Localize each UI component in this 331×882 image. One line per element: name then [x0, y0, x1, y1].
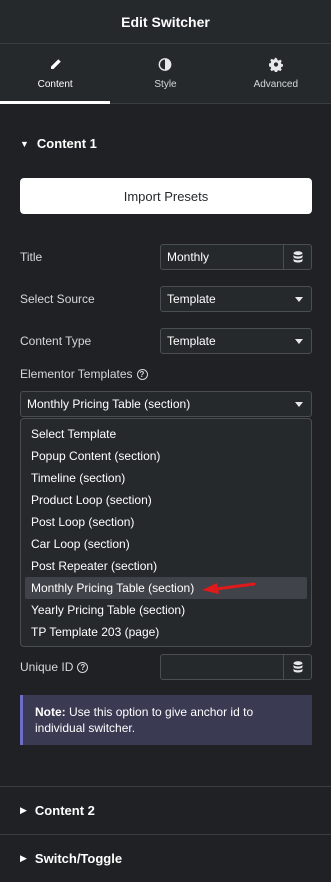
- title-label: Title: [20, 250, 43, 264]
- elementor-templates-value: Monthly Pricing Table (section): [27, 397, 191, 411]
- chevron-down-icon: [295, 296, 303, 302]
- section-switch-toggle-title: Switch/Toggle: [34, 851, 123, 866]
- pencil-icon: [48, 57, 62, 71]
- tab-content[interactable]: Content: [0, 44, 111, 104]
- title-input[interactable]: Monthly: [160, 244, 312, 270]
- controls-panel: ▼ Content 1 Import Presets Title Monthly…: [0, 104, 331, 754]
- dropdown-option-highlighted[interactable]: Monthly Pricing Table (section): [25, 577, 307, 599]
- tab-style-label: Style: [154, 79, 177, 90]
- dropdown-option[interactable]: Select Template: [25, 423, 307, 445]
- tab-advanced-label: Advanced: [253, 79, 299, 90]
- panel-spacer: [0, 754, 331, 786]
- templates-dropdown-list: Select Template Popup Content (section) …: [20, 418, 312, 647]
- select-source-label: Select Source: [20, 292, 95, 306]
- section-content-1-header[interactable]: ▼ Content 1: [20, 136, 97, 151]
- elementor-templates-label-wrap: Elementor Templates ?: [20, 362, 148, 386]
- unique-id-input[interactable]: [160, 654, 312, 680]
- dropdown-option[interactable]: Car Loop (section): [25, 533, 307, 555]
- tab-bar: Content Style Advanced: [0, 44, 331, 104]
- database-icon: [293, 661, 302, 673]
- unique-id-label: Unique ID: [20, 660, 74, 674]
- title-row: Title Monthly: [20, 244, 312, 270]
- content-type-value: Template: [167, 334, 216, 348]
- import-presets-button[interactable]: Import Presets: [20, 178, 312, 214]
- gear-icon: [268, 56, 283, 72]
- note-text: Use this option to give anchor id to ind…: [35, 705, 254, 735]
- anchor-id-note: Note: Use this option to give anchor id …: [20, 695, 312, 745]
- select-source-value: Template: [167, 292, 216, 306]
- select-source-row: Select Source Template: [20, 286, 312, 312]
- unique-id-row: Unique ID ?: [20, 654, 312, 680]
- tab-advanced[interactable]: Advanced: [221, 44, 331, 103]
- chevron-down-icon: [295, 338, 303, 344]
- title-value: Monthly: [167, 250, 210, 264]
- caret-right-icon: ▶: [20, 805, 27, 815]
- dynamic-tags-button[interactable]: [283, 655, 311, 679]
- dropdown-option[interactable]: Yearly Pricing Table (section): [25, 599, 307, 621]
- chevron-down-icon: [295, 401, 303, 407]
- dropdown-option[interactable]: Timeline (section): [25, 467, 307, 489]
- caret-right-icon: ▶: [20, 853, 27, 863]
- dropdown-option[interactable]: Product Loop (section): [25, 489, 307, 511]
- select-source-select[interactable]: Template: [160, 286, 312, 312]
- note-bold: Note:: [35, 705, 66, 719]
- section-content-2-title: Content 2: [34, 803, 95, 818]
- section-content-1-title: Content 1: [36, 136, 97, 151]
- dropdown-option[interactable]: Popup Content (section): [25, 445, 307, 467]
- dynamic-tags-button[interactable]: [283, 245, 311, 269]
- panel-header: Edit Switcher: [0, 0, 331, 44]
- section-switch-toggle-header[interactable]: ▶ Switch/Toggle: [0, 834, 331, 882]
- elementor-templates-label: Elementor Templates: [20, 367, 133, 381]
- content-type-label: Content Type: [20, 334, 92, 348]
- elementor-templates-select[interactable]: Monthly Pricing Table (section): [20, 391, 312, 417]
- content-type-select[interactable]: Template: [160, 328, 312, 354]
- database-icon: [293, 251, 302, 263]
- tab-content-label: Content: [37, 79, 73, 90]
- annotation-arrow-icon: [202, 582, 256, 594]
- help-icon[interactable]: ?: [136, 368, 148, 380]
- dropdown-option[interactable]: Post Loop (section): [25, 511, 307, 533]
- help-icon[interactable]: ?: [77, 661, 89, 673]
- panel-title: Edit Switcher: [121, 13, 210, 30]
- tab-style[interactable]: Style: [110, 44, 220, 103]
- dropdown-option[interactable]: Post Repeater (section): [25, 555, 307, 577]
- unique-id-label-wrap: Unique ID ?: [20, 654, 89, 680]
- caret-down-icon: ▼: [20, 138, 29, 149]
- elementor-templates-row: Elementor Templates ?: [20, 362, 312, 386]
- content-type-row: Content Type Template: [20, 328, 312, 354]
- half-circle-icon: [158, 57, 172, 71]
- section-content-2-header[interactable]: ▶ Content 2: [0, 786, 331, 834]
- dropdown-option[interactable]: TP Template 203 (page): [25, 621, 307, 643]
